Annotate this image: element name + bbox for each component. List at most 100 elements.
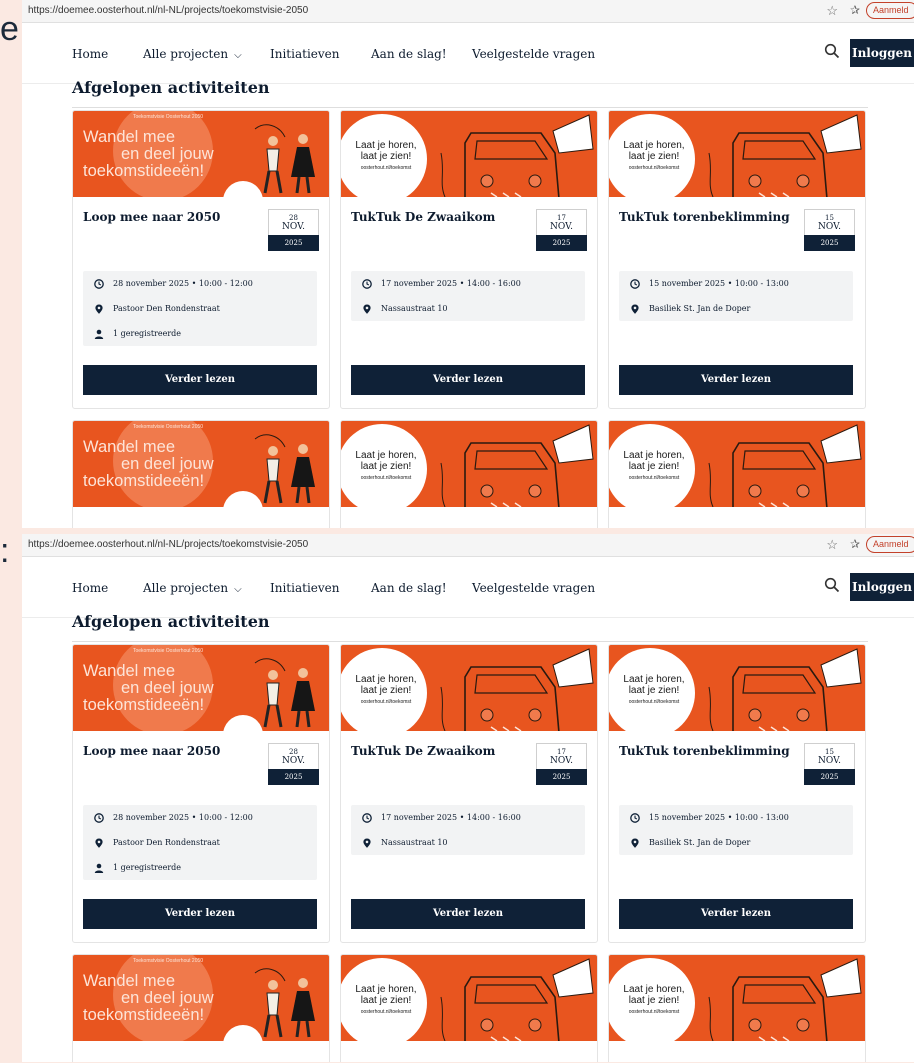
activity-card-partial[interactable]: Laat je horen, laat je zien! oosterhout.…: [340, 420, 598, 528]
activity-card-partial[interactable]: Laat je horen, laat je zien! oosterhout.…: [340, 954, 598, 1062]
nav-initiatives[interactable]: Initiatieven: [270, 47, 340, 61]
card-title[interactable]: Loop mee naar 2050: [83, 744, 258, 758]
star-icon[interactable]: ☆: [826, 537, 838, 553]
account-button[interactable]: Aanmeld: [866, 536, 914, 553]
clock-icon: [630, 279, 640, 289]
section-title: Afgelopen activiteiten: [72, 78, 270, 97]
clock-icon: [94, 813, 104, 823]
date-year: 2025: [268, 769, 319, 785]
date-month: NOV.: [282, 222, 305, 232]
walk-banner-image: Toekomstvisie Oosterhout 2050 Wandel mee…: [73, 955, 329, 1041]
card-title[interactable]: TukTuk torenbeklimming: [619, 210, 794, 224]
tuktuk-banner-image: Laat je horen, laat je zien! oosterhout.…: [609, 111, 865, 197]
banner-url: oosterhout.nl/toekomst: [360, 165, 412, 171]
activity-card[interactable]: Toekomstvisie Oosterhout 2050 Wandel mee…: [72, 110, 330, 409]
account-button[interactable]: Aanmeld: [866, 2, 914, 19]
tuktuk-banner-image: Laat je horen, laat je zien! oosterhout.…: [341, 955, 597, 1041]
activity-card-partial[interactable]: Laat je horen, laat je zien! oosterhout.…: [608, 420, 866, 528]
info-registered-text: 1 geregistreerde: [113, 329, 182, 338]
card-title[interactable]: TukTuk torenbeklimming: [619, 744, 794, 758]
walk-banner-image: Toekomstvisie Oosterhout 2050 Wandel mee…: [73, 111, 329, 197]
favorites-icon[interactable]: ✰: [850, 3, 860, 17]
banner-line1: Laat je horen,: [623, 450, 685, 461]
read-more-button[interactable]: Verder lezen: [619, 365, 853, 395]
card-title[interactable]: TukTuk De Zwaaikom: [351, 744, 526, 758]
nav-get-started[interactable]: Aan de slag!: [371, 581, 447, 595]
date-day: 15: [825, 214, 834, 222]
pin-icon: [95, 838, 103, 848]
info-location: Nassaustraat 10: [351, 830, 585, 855]
nav-all-projects[interactable]: Alle projecten ⌵: [143, 47, 242, 61]
url-text[interactable]: https://doemee.oosterhout.nl/nl-NL/proje…: [28, 5, 308, 16]
read-more-button[interactable]: Verder lezen: [619, 899, 853, 929]
nav-all-projects[interactable]: Alle projecten ⌵: [143, 581, 242, 595]
date-year: 2025: [268, 235, 319, 251]
activity-card[interactable]: Laat je horen, laat je zien! oosterhout.…: [608, 110, 866, 409]
banner-small-text: Toekomstvisie Oosterhout 2050: [133, 424, 204, 430]
tuktuk-illustration: [708, 424, 862, 507]
date-day: 17: [557, 214, 566, 222]
search-icon[interactable]: [824, 43, 840, 62]
banner-headline: Laat je horen, laat je zien! oosterhout.…: [613, 984, 695, 1018]
banner-line2: en deel jouw: [121, 989, 214, 1007]
read-more-button[interactable]: Verder lezen: [351, 899, 585, 929]
tuktuk-illustration: [708, 958, 862, 1041]
info-datetime: 17 november 2025 • 14:00 - 16:00: [351, 805, 585, 830]
activity-card-partial[interactable]: Laat je horen, laat je zien! oosterhout.…: [608, 954, 866, 1062]
activity-card[interactable]: Toekomstvisie Oosterhout 2050 Wandel mee…: [72, 644, 330, 943]
info-location-text: Pastoor Den Rondenstraat: [113, 304, 220, 313]
nav-get-started[interactable]: Aan de slag!: [371, 47, 447, 61]
activity-card-partial[interactable]: Toekomstvisie Oosterhout 2050 Wandel mee…: [72, 420, 330, 528]
site-header: Home Alle projecten ⌵ Initiatieven Aan de…: [22, 23, 914, 84]
date-day: 15: [825, 748, 834, 756]
card-title[interactable]: TukTuk De Zwaaikom: [351, 210, 526, 224]
info-registered: 1 geregistreerde: [83, 321, 317, 346]
activity-card[interactable]: Laat je horen, laat je zien! oosterhout.…: [340, 110, 598, 409]
person-icon: [94, 863, 104, 873]
banner-line2: en deel jouw: [121, 679, 214, 697]
nav-initiatives[interactable]: Initiatieven: [270, 581, 340, 595]
nav-faq[interactable]: Veelgestelde vragen: [472, 581, 595, 595]
activity-card[interactable]: Laat je horen, laat je zien! oosterhout.…: [340, 644, 598, 943]
read-more-button[interactable]: Verder lezen: [351, 365, 585, 395]
url-text[interactable]: https://doemee.oosterhout.nl/nl-NL/proje…: [28, 539, 308, 550]
banner-url: oosterhout.nl/toekomst: [628, 475, 680, 481]
banner-line1: Wandel mee: [83, 128, 176, 146]
banner-headline: Laat je horen, laat je zien! oosterhout.…: [613, 140, 695, 174]
star-icon[interactable]: ☆: [826, 3, 838, 19]
nav-faq[interactable]: Veelgestelde vragen: [472, 47, 595, 61]
search-icon[interactable]: [824, 577, 840, 596]
nav-all-projects-label: Alle projecten: [143, 47, 229, 61]
banner-line3: toekomstideeën!: [83, 472, 205, 490]
date-top: 15 NOV.: [804, 209, 855, 235]
card-title[interactable]: Loop mee naar 2050: [83, 210, 258, 224]
card-info-box: 17 november 2025 • 14:00 - 16:00 Nassaus…: [351, 805, 585, 855]
banner-line2: laat je zien!: [628, 461, 680, 472]
read-more-button[interactable]: Verder lezen: [83, 899, 317, 929]
info-location: Nassaustraat 10: [351, 296, 585, 321]
info-registered: 1 geregistreerde: [83, 855, 317, 880]
nav-home[interactable]: Home: [72, 581, 108, 595]
favorites-icon[interactable]: ✰: [850, 537, 860, 551]
walk-banner-image: Toekomstvisie Oosterhout 2050 Wandel mee…: [73, 645, 329, 731]
date-month: NOV.: [550, 756, 573, 766]
banner-line1: Laat je horen,: [355, 674, 417, 685]
banner-url: oosterhout.nl/toekomst: [360, 475, 412, 481]
date-top: 28 NOV.: [268, 209, 319, 235]
login-button[interactable]: Inloggen: [850, 573, 914, 601]
banner-headline: Wandel mee en deel jouw toekomstideeën!: [83, 973, 214, 1024]
info-datetime-text: 17 november 2025 • 14:00 - 16:00: [381, 279, 521, 288]
tuktuk-banner-image: Laat je horen, laat je zien! oosterhout.…: [609, 955, 865, 1041]
walkers-illustration: [254, 124, 315, 194]
tuktuk-banner-image: Laat je horen, laat je zien! oosterhout.…: [341, 111, 597, 197]
nav-home[interactable]: Home: [72, 47, 108, 61]
browser-address-bar[interactable]: https://doemee.oosterhout.nl/nl-NL/proje…: [22, 0, 914, 23]
date-year: 2025: [804, 769, 855, 785]
login-button[interactable]: Inloggen: [850, 39, 914, 67]
activity-card[interactable]: Laat je horen, laat je zien! oosterhout.…: [608, 644, 866, 943]
banner-line1: Laat je horen,: [355, 140, 417, 151]
banner-line2: laat je zien!: [360, 151, 412, 162]
browser-address-bar[interactable]: https://doemee.oosterhout.nl/nl-NL/proje…: [22, 534, 914, 557]
read-more-button[interactable]: Verder lezen: [83, 365, 317, 395]
activity-card-partial[interactable]: Toekomstvisie Oosterhout 2050 Wandel mee…: [72, 954, 330, 1062]
